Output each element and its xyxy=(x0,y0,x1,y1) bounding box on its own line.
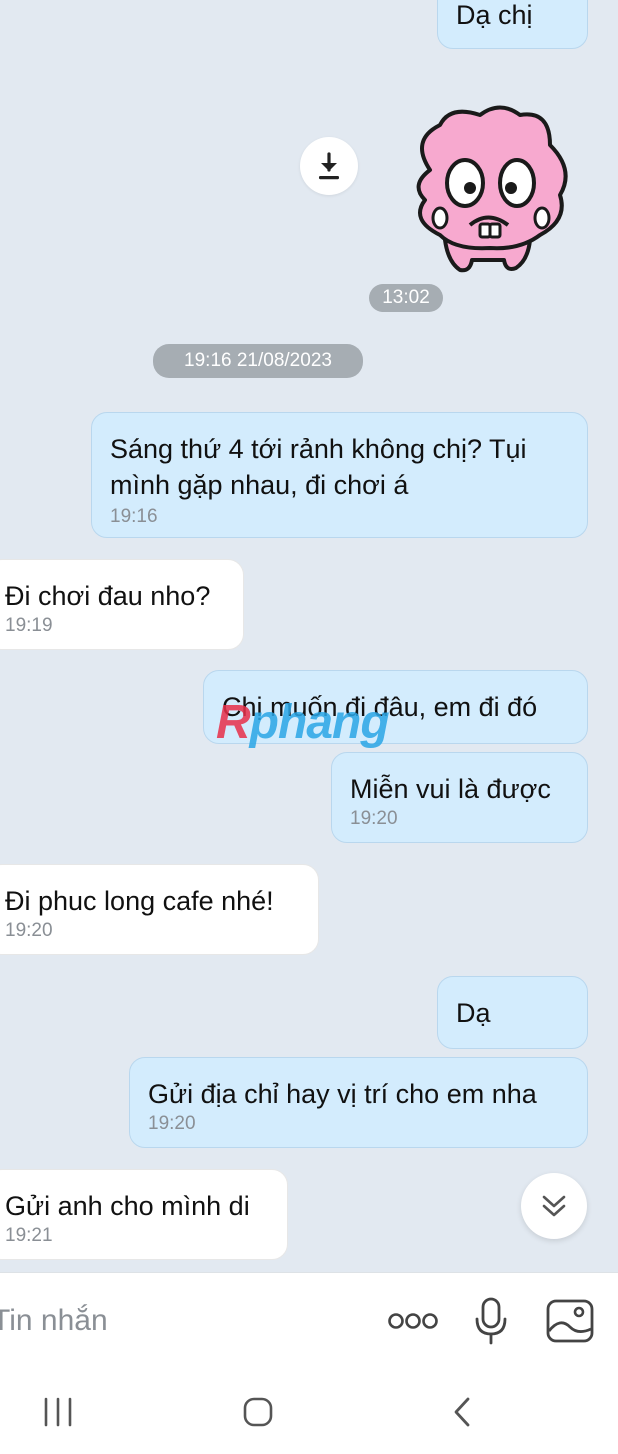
scroll-to-bottom-button[interactable] xyxy=(521,1173,587,1239)
message-input[interactable]: Tin nhắn xyxy=(0,1301,352,1341)
message-time: 19:20 xyxy=(350,808,398,829)
image-button[interactable] xyxy=(544,1297,596,1345)
message-time: 19:21 xyxy=(5,1225,53,1246)
message-bubble-outgoing[interactable]: Miễn vui là được 19:20 xyxy=(331,752,588,843)
message-bubble-incoming[interactable]: Đi phuc long cafe nhé! 19:20 xyxy=(0,864,319,955)
message-time: 19:20 xyxy=(5,920,53,941)
back-icon xyxy=(454,1397,470,1427)
system-navigation-bar xyxy=(0,1368,618,1454)
message-bubble-outgoing[interactable]: Sáng thứ 4 tới rảnh không chị? Tụi mình … xyxy=(91,412,588,538)
message-time: 19:20 xyxy=(148,1113,196,1134)
message-bubble-outgoing[interactable]: Dạ chị xyxy=(437,0,588,49)
message-bubble-incoming[interactable]: Gửi anh cho mình di 19:21 xyxy=(0,1169,288,1260)
date-separator: 19:16 21/08/2023 xyxy=(153,344,363,378)
message-text: Đi chơi đau nho? xyxy=(5,581,211,611)
image-icon xyxy=(546,1299,594,1343)
recent-apps-button[interactable] xyxy=(36,1392,80,1432)
sticker-right-eye xyxy=(498,158,536,208)
message-bubble-incoming[interactable]: Đi chơi đau nho? 19:19 xyxy=(0,559,244,650)
message-text: Đi phuc long cafe nhé! xyxy=(5,886,274,916)
message-time: 19:16 xyxy=(110,506,158,527)
message-text: Miễn vui là được xyxy=(350,774,551,804)
message-text: Gửi anh cho mình di xyxy=(5,1191,250,1221)
message-text: Chị muốn đi đâu, em đi đó xyxy=(222,692,538,722)
message-bubble-outgoing[interactable]: Dạ xyxy=(437,976,588,1049)
sticker-image[interactable] xyxy=(400,100,575,280)
back-button[interactable] xyxy=(440,1390,484,1434)
message-bubble-outgoing[interactable]: Gửi địa chỉ hay vị trí cho em nha 19:20 xyxy=(129,1057,588,1148)
recent-apps-icon xyxy=(44,1397,72,1427)
download-button[interactable] xyxy=(300,137,358,195)
more-button[interactable] xyxy=(385,1301,441,1341)
home-button[interactable] xyxy=(236,1390,280,1434)
message-bubble-outgoing[interactable]: Chị muốn đi đâu, em đi đó xyxy=(203,670,588,744)
microphone-icon xyxy=(475,1297,507,1345)
message-text: Gửi địa chỉ hay vị trí cho em nha xyxy=(148,1079,537,1109)
sticker-left-eye xyxy=(445,158,485,208)
download-icon xyxy=(319,152,339,180)
chat-area[interactable]: Dạ chị 13:02 19:16 21/08/2023 Sáng thứ 4… xyxy=(0,0,618,1272)
home-icon xyxy=(243,1397,273,1427)
more-icon xyxy=(388,1313,438,1329)
message-composer: Tin nhắn xyxy=(0,1272,618,1368)
message-text: Sáng thứ 4 tới rảnh không chị? Tụi mình … xyxy=(110,434,527,500)
microphone-button[interactable] xyxy=(470,1295,512,1347)
message-text: Dạ chị xyxy=(456,0,533,30)
double-chevron-down-icon xyxy=(542,1195,566,1217)
message-text: Dạ xyxy=(456,998,491,1028)
message-time-pill: 13:02 xyxy=(369,284,443,312)
message-time: 19:19 xyxy=(5,615,53,636)
